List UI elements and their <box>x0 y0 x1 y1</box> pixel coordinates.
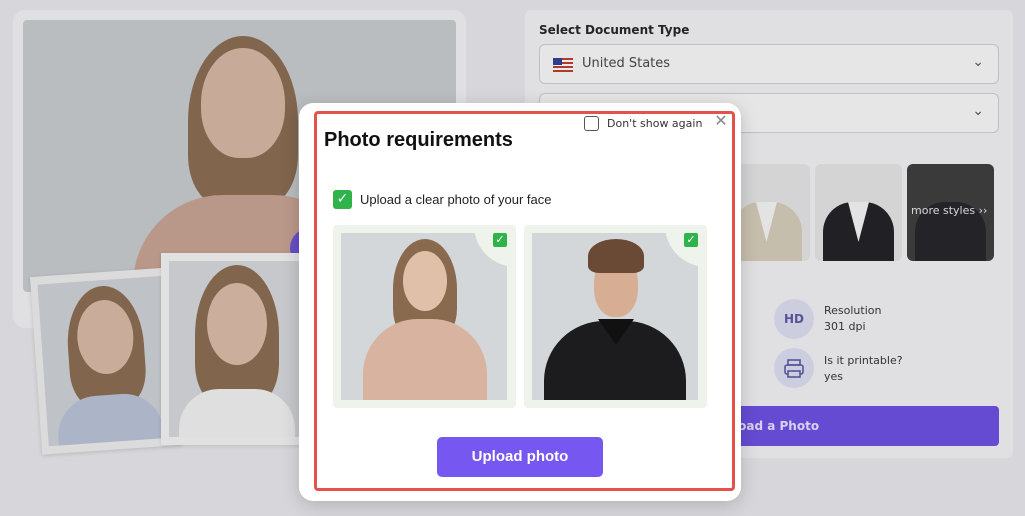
requirement-text: Upload a clear photo of your face <box>360 192 552 207</box>
woman-face <box>403 251 447 311</box>
example-photo-woman: ✓ <box>333 225 516 408</box>
woman-sweater <box>363 319 487 400</box>
dont-show-again-option[interactable]: Don't show again <box>584 115 702 131</box>
example-photo-image <box>532 233 698 400</box>
requirement-item: ✓ Upload a clear photo of your face <box>333 190 552 209</box>
check-icon: ✓ <box>493 233 507 247</box>
close-icon[interactable]: ✕ <box>713 113 729 129</box>
check-icon: ✓ <box>684 233 698 247</box>
dont-show-again-label: Don't show again <box>607 116 703 130</box>
dont-show-again-checkbox[interactable] <box>584 115 599 131</box>
example-photo-image <box>341 233 507 400</box>
check-icon: ✓ <box>333 190 352 209</box>
modal-title: Photo requirements <box>324 129 513 151</box>
man-hair <box>588 239 644 273</box>
upload-photo-button[interactable]: Upload photo <box>437 437 603 477</box>
example-photo-man: ✓ <box>524 225 707 408</box>
photo-requirements-modal: Don't show again ✕ Photo requirements ✓ … <box>299 103 741 501</box>
